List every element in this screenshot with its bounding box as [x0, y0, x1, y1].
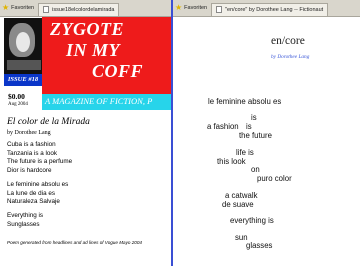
right-tab-bar: ★ Favoriten "en/core" by Dorothee Lang -… [173, 0, 360, 17]
page-icon [216, 6, 223, 13]
poem-word: a fashion [207, 122, 239, 131]
poem-word: everything is [230, 216, 274, 225]
left-favorites-button[interactable]: ★ Favoriten [0, 4, 38, 12]
poem-footer-note: Poem generated from headlines and ad lin… [7, 240, 142, 245]
right-browser-window: ★ Favoriten "en/core" by Dorothee Lang -… [173, 0, 360, 266]
star-icon: ★ [175, 3, 183, 12]
poem-word: le feminine absolu es [208, 97, 282, 106]
poem-byline: by Dorothee Lang [7, 130, 51, 136]
poem-line: The future is a perfume [7, 158, 73, 165]
left-page-tab[interactable]: issue18elcolordelamirada [38, 2, 120, 16]
zine-cover-image [4, 18, 42, 74]
star-icon: ★ [2, 3, 10, 12]
issue-price: $0.00 [8, 92, 25, 101]
left-tab-bar: ★ Favoriten issue18elcolordelamirada [0, 0, 171, 17]
poem-byline-link[interactable]: by Dorothee Lang [271, 54, 309, 60]
zine-tagline-band: A MAGAZINE OF FICTION, P [42, 94, 171, 110]
poem-line: Tanzania is a look [7, 149, 58, 157]
poem-word: on [251, 165, 260, 174]
zine-banner: ZYGOTE IN MY COFF [42, 17, 171, 94]
poem-word: the future [239, 131, 272, 140]
poem-line: Everything is [7, 212, 44, 219]
poem-word: puro color [257, 174, 292, 183]
poem-word: de suave [222, 200, 254, 209]
left-browser-window: ★ Favoriten issue18elcolordelamirada ISS… [0, 0, 171, 266]
poem-line: Sunglasses [7, 220, 40, 228]
poem-word: is [251, 113, 257, 122]
left-tab-title: issue18elcolordelamirada [52, 6, 115, 13]
poem-line: La lune de dia es [7, 189, 55, 197]
issue-date: Aug 2004 [8, 102, 28, 107]
poem-word: glasses [246, 241, 273, 250]
page-icon [43, 6, 50, 13]
poem-word: this look [217, 157, 246, 166]
poem-word: a catwalk [225, 191, 258, 200]
zine-tagline: A MAGAZINE OF FICTION, P [45, 96, 153, 106]
right-tab-title: "en/core" by Dorothee Lang -- Fictionaut [225, 6, 324, 13]
poem-line: Dior is hardcore [7, 166, 52, 174]
poem-title: en/core [271, 35, 305, 47]
right-page-tab[interactable]: "en/core" by Dorothee Lang -- Fictionaut [211, 2, 329, 16]
poem-line: Le feminine absolu es [7, 181, 69, 188]
left-favorites-label: Favoriten [11, 5, 35, 11]
zine-title: ZYGOTE IN MY COFF [50, 19, 144, 81]
poem-stanza: Everything is Sunglasses [7, 212, 43, 229]
poem-line: Cuba is a fashion [7, 141, 56, 148]
right-favorites-button[interactable]: ★ Favoriten [173, 4, 211, 12]
poem-line: Naturaleza Salvaje [7, 198, 60, 205]
poem-word: is [246, 122, 252, 131]
poem-word: life is [236, 148, 254, 157]
poem-stanza: Cuba is a fashion Tanzania is a look The… [7, 141, 72, 175]
right-favorites-label: Favoriten [184, 5, 208, 11]
poem-stanza: Le feminine absolu es La lune de dia es … [7, 181, 68, 207]
poem-title: El color de la Mirada [7, 117, 90, 127]
issue-badge: ISSUE #18 [4, 74, 42, 86]
